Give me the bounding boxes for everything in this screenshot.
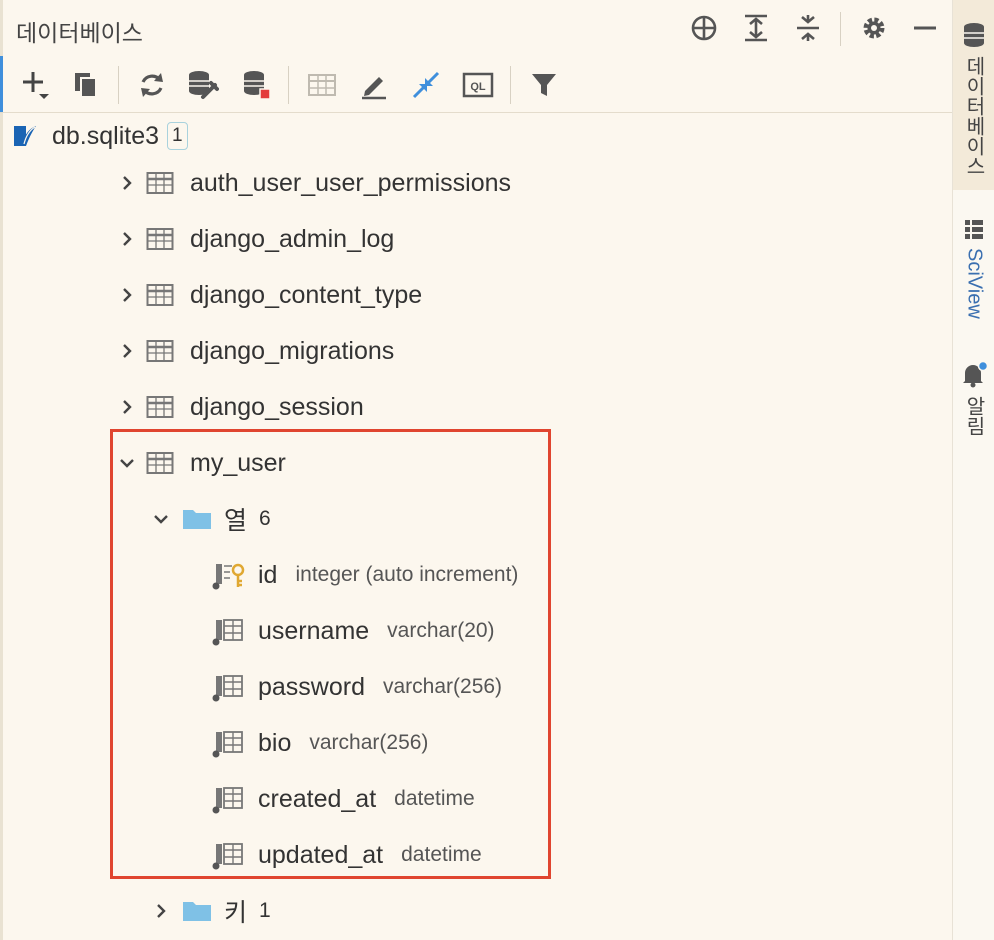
table-name: django_migrations bbox=[190, 336, 395, 365]
bell-icon bbox=[963, 360, 988, 388]
table-icon bbox=[146, 396, 174, 418]
panel-header: 데이터베이스 bbox=[0, 0, 952, 58]
folder-label: 키 bbox=[224, 899, 248, 927]
table-name: auth_user_user_permissions bbox=[190, 168, 512, 197]
tab-database[interactable]: 데이터베이스 bbox=[953, 0, 994, 190]
highlight-box bbox=[110, 429, 551, 879]
header-divider bbox=[840, 12, 841, 46]
table-icon bbox=[146, 228, 174, 250]
chevron-right-icon[interactable] bbox=[118, 398, 136, 416]
datasource-badge: 1 bbox=[167, 122, 188, 150]
tab-label: 데이터베이스 bbox=[962, 56, 985, 176]
tab-label: 알림 bbox=[962, 396, 985, 436]
table-icon bbox=[146, 172, 174, 194]
datasource-name: db.sqlite3 bbox=[52, 121, 160, 150]
expand-all-icon[interactable] bbox=[739, 11, 773, 45]
chevron-right-icon[interactable] bbox=[118, 230, 136, 248]
tab-label: SciView bbox=[963, 248, 986, 319]
tree-node-table[interactable]: django_admin_log bbox=[118, 211, 394, 267]
toolbar-divider-2 bbox=[288, 66, 289, 104]
toolbar-divider-3 bbox=[510, 66, 511, 104]
tab-sciview[interactable]: SciView bbox=[953, 210, 994, 340]
gear-icon[interactable] bbox=[857, 11, 891, 45]
database-panel: 데이터베이스 QL db.sqlite3 1 auth_user_user_pe… bbox=[0, 0, 952, 940]
tree-node-keys-folder[interactable]: 키 1 bbox=[152, 883, 271, 939]
right-tool-window-bar: 데이터베이스 SciView 알림 bbox=[952, 0, 994, 940]
tree-node-table[interactable]: django_migrations bbox=[118, 323, 394, 379]
refresh-icon[interactable] bbox=[134, 67, 170, 103]
duplicate-icon[interactable] bbox=[68, 67, 104, 103]
table-editor-icon[interactable] bbox=[304, 67, 340, 103]
chevron-right-icon[interactable] bbox=[118, 342, 136, 360]
crosshair-icon[interactable] bbox=[687, 11, 721, 45]
table-name: django_content_type bbox=[190, 280, 423, 309]
console-icon[interactable]: QL bbox=[460, 67, 496, 103]
chevron-right-icon[interactable] bbox=[118, 174, 136, 192]
sqlite-icon bbox=[14, 126, 36, 146]
toolbar: QL bbox=[0, 58, 952, 113]
tab-notifications[interactable]: 알림 bbox=[953, 360, 994, 450]
left-edge bbox=[0, 0, 3, 940]
stop-icon[interactable] bbox=[238, 67, 274, 103]
grid-icon bbox=[965, 220, 983, 239]
tree-node-table[interactable]: django_session bbox=[118, 379, 364, 435]
compare-icon[interactable] bbox=[408, 67, 444, 103]
chevron-right-icon[interactable] bbox=[152, 902, 170, 920]
svg-text:QL: QL bbox=[470, 81, 486, 93]
tree-node-table[interactable]: auth_user_user_permissions bbox=[118, 155, 511, 211]
chevron-right-icon[interactable] bbox=[118, 286, 136, 304]
folder-icon bbox=[183, 902, 211, 921]
toolbar-divider bbox=[118, 66, 119, 104]
tree-node-table[interactable]: django_content_type bbox=[118, 267, 422, 323]
minimize-icon[interactable] bbox=[908, 11, 942, 45]
table-icon bbox=[146, 340, 174, 362]
table-icon bbox=[146, 284, 174, 306]
panel-title: 데이터베이스 bbox=[16, 20, 143, 46]
database-icon bbox=[964, 23, 984, 47]
collapse-all-icon[interactable] bbox=[791, 11, 825, 45]
table-name: django_session bbox=[190, 392, 364, 421]
data-source-properties-icon[interactable] bbox=[184, 67, 220, 103]
filter-icon[interactable] bbox=[526, 67, 562, 103]
folder-count: 1 bbox=[259, 899, 271, 922]
edit-icon[interactable] bbox=[356, 67, 392, 103]
table-name: django_admin_log bbox=[190, 224, 395, 253]
add-icon[interactable] bbox=[18, 67, 54, 103]
